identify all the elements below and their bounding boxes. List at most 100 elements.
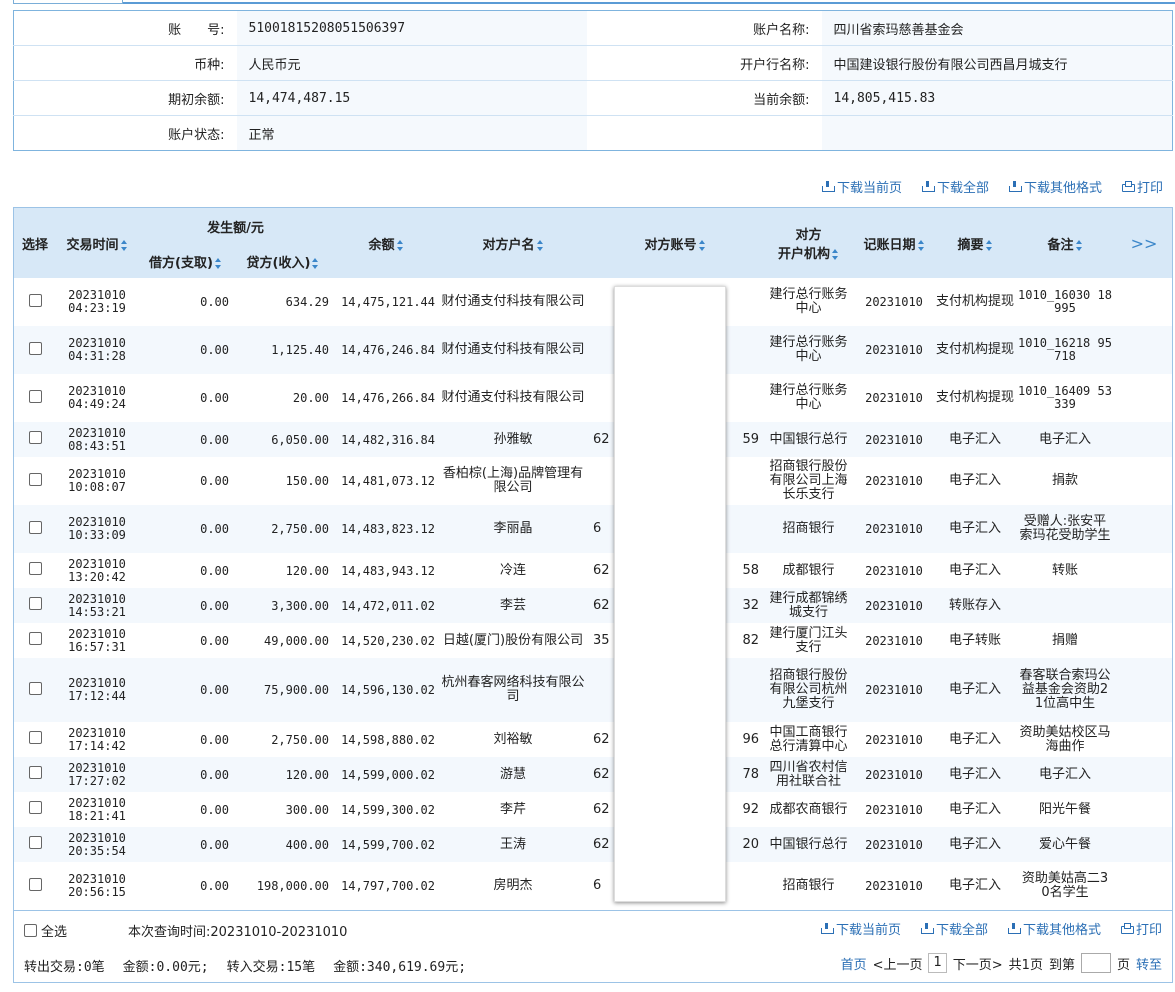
- balance-cell: 14,476,246.84: [333, 326, 439, 374]
- row-select-cell[interactable]: [14, 588, 56, 623]
- table-row[interactable]: 20231010 04:23:19 0.00 634.29 14,475,121.44 财…: [14, 278, 1172, 326]
- row-checkbox[interactable]: [28, 562, 42, 575]
- select-all[interactable]: 全选: [24, 921, 67, 940]
- download-all-button[interactable]: 下载全部: [921, 177, 989, 196]
- book-date-cell: 20231010: [854, 374, 934, 422]
- table-row[interactable]: 20231010 04:49:24 0.00 20.00 14,476,266.84 财付…: [14, 374, 1172, 422]
- col-time-label: 交易时间: [66, 237, 119, 253]
- table-row[interactable]: 20231010 10:08:07 0.00 150.00 14,481,073.12 香…: [14, 457, 1172, 505]
- cp-bank-cell: 中国工商银行总行清算中心: [763, 722, 854, 757]
- page-input[interactable]: [1080, 953, 1111, 973]
- sort-icon[interactable]: [698, 239, 706, 251]
- table-row[interactable]: 20231010 08:43:51 0.00 6,050.00 14,482,316.8…: [14, 422, 1172, 457]
- balance-cell: 14,596,130.02: [333, 658, 439, 722]
- row-select-cell[interactable]: [14, 862, 56, 910]
- row-select-cell[interactable]: [14, 505, 56, 553]
- col-summary[interactable]: 摘要: [934, 208, 1016, 278]
- col-book-date-label: 记账日期: [863, 237, 916, 253]
- sort-icon[interactable]: [396, 239, 404, 251]
- row-checkbox[interactable]: [28, 632, 42, 645]
- more-columns-button[interactable]: >>: [1114, 208, 1172, 278]
- row-checkbox[interactable]: [28, 472, 42, 486]
- row-checkbox[interactable]: [28, 731, 42, 744]
- row-checkbox[interactable]: [28, 766, 42, 779]
- time-date: 20231010: [68, 830, 126, 845]
- row-select-cell[interactable]: [14, 658, 56, 722]
- table-row[interactable]: 20231010 13:20:42 0.00 120.00 14,483,943.12 冷…: [14, 553, 1172, 588]
- col-cp-name[interactable]: 对方户名: [439, 208, 587, 278]
- download-other-button[interactable]: 下载其他格式: [1008, 177, 1102, 196]
- col-remark-label: 备注: [1047, 237, 1074, 253]
- table-row[interactable]: 20231010 20:56:15 0.00 198,000.00 14,797,700…: [14, 862, 1172, 910]
- row-select-cell[interactable]: [14, 457, 56, 505]
- sort-icon[interactable]: [1075, 239, 1083, 251]
- select-all-checkbox[interactable]: [24, 924, 37, 937]
- row-select-cell[interactable]: [14, 422, 56, 457]
- summary-cell: 电子汇入: [934, 553, 1016, 588]
- sort-icon[interactable]: [120, 239, 128, 251]
- prev-page-link[interactable]: <上一页: [873, 954, 923, 973]
- table-row[interactable]: 20231010 18:21:41 0.00 300.00 14,599,300.02 李…: [14, 792, 1172, 827]
- row-select-cell[interactable]: [14, 278, 56, 326]
- opening-balance-value: 14,474,487.15: [236, 80, 587, 116]
- row-select-cell[interactable]: [14, 722, 56, 757]
- row-checkbox[interactable]: [28, 520, 42, 534]
- table-row[interactable]: 20231010 16:57:31 0.00 49,000.00 14,520,230.…: [14, 623, 1172, 658]
- table-row[interactable]: 20231010 04:31:28 0.00 1,125.40 14,476,246.8…: [14, 326, 1172, 374]
- current-page[interactable]: 1: [928, 953, 947, 973]
- col-debit[interactable]: 借方(支取): [138, 244, 233, 278]
- row-select-cell[interactable]: [14, 374, 56, 422]
- empty-cell: [821, 115, 1173, 151]
- row-checkbox[interactable]: [28, 389, 42, 403]
- row-checkbox[interactable]: [28, 293, 42, 307]
- table-row[interactable]: 20231010 17:12:44 0.00 75,900.00 14,596,130.…: [14, 658, 1172, 722]
- sort-icon[interactable]: [917, 239, 925, 251]
- print-button[interactable]: 打印: [1120, 919, 1162, 938]
- table-row[interactable]: 20231010 20:35:54 0.00 400.00 14,599,700.02 王…: [14, 827, 1172, 862]
- empty-cell: [1114, 588, 1172, 623]
- row-select-cell[interactable]: [14, 792, 56, 827]
- table-row[interactable]: 20231010 14:53:21 0.00 3,300.00 14,472,011.0…: [14, 588, 1172, 623]
- download-other-button[interactable]: 下载其他格式: [1007, 919, 1101, 938]
- row-select-cell[interactable]: [14, 553, 56, 588]
- row-checkbox[interactable]: [28, 431, 42, 444]
- download-page-button[interactable]: 下载当前页: [820, 919, 901, 938]
- sort-icon[interactable]: [312, 257, 319, 269]
- row-checkbox[interactable]: [28, 597, 42, 610]
- sort-icon[interactable]: [832, 249, 839, 260]
- sort-icon[interactable]: [214, 257, 222, 269]
- col-credit[interactable]: 贷方(收入): [233, 244, 333, 278]
- row-select-cell[interactable]: [14, 827, 56, 862]
- row-select-cell[interactable]: [14, 326, 56, 374]
- col-time[interactable]: 交易时间: [56, 208, 138, 278]
- table-row[interactable]: 20231010 17:14:42 0.00 2,750.00 14,598,880.0…: [14, 722, 1172, 757]
- download-all-button[interactable]: 下载全部: [920, 919, 988, 938]
- table-row[interactable]: 20231010 17:27:02 0.00 120.00 14,599,000.02 游…: [14, 757, 1172, 792]
- print-button[interactable]: 打印: [1121, 177, 1163, 196]
- goto-button[interactable]: 转至: [1136, 954, 1162, 973]
- col-remark[interactable]: 备注: [1016, 208, 1114, 278]
- row-checkbox[interactable]: [28, 877, 42, 891]
- row-select-cell[interactable]: [14, 623, 56, 658]
- col-book-date[interactable]: 记账日期: [854, 208, 934, 278]
- row-checkbox[interactable]: [28, 341, 42, 355]
- first-page-link[interactable]: 首页: [841, 954, 867, 973]
- sort-icon[interactable]: [536, 239, 544, 251]
- col-cp-bank-label-1: 对方: [795, 228, 822, 243]
- row-checkbox[interactable]: [28, 836, 42, 849]
- cp-bank-cell: 成都农商银行: [763, 792, 854, 827]
- download-page-button[interactable]: 下载当前页: [821, 177, 902, 196]
- col-cp-bank[interactable]: 对方 开户机构: [763, 208, 854, 278]
- row-checkbox[interactable]: [28, 681, 42, 695]
- bank-label: 开户行名称:: [586, 45, 822, 81]
- col-debit-label: 借方(支取): [149, 255, 213, 271]
- row-checkbox[interactable]: [28, 801, 42, 814]
- table-row[interactable]: 20231010 10:33:09 0.00 2,750.00 14,483,823.1…: [14, 505, 1172, 553]
- col-balance[interactable]: 余额: [333, 208, 439, 278]
- next-page-link[interactable]: 下一页>: [953, 954, 1003, 973]
- col-cp-acct[interactable]: 对方账号: [587, 208, 763, 278]
- sort-icon[interactable]: [985, 239, 993, 251]
- row-select-cell[interactable]: [14, 757, 56, 792]
- debit-cell: 0.00: [138, 422, 233, 457]
- active-tab[interactable]: [13, 0, 123, 4]
